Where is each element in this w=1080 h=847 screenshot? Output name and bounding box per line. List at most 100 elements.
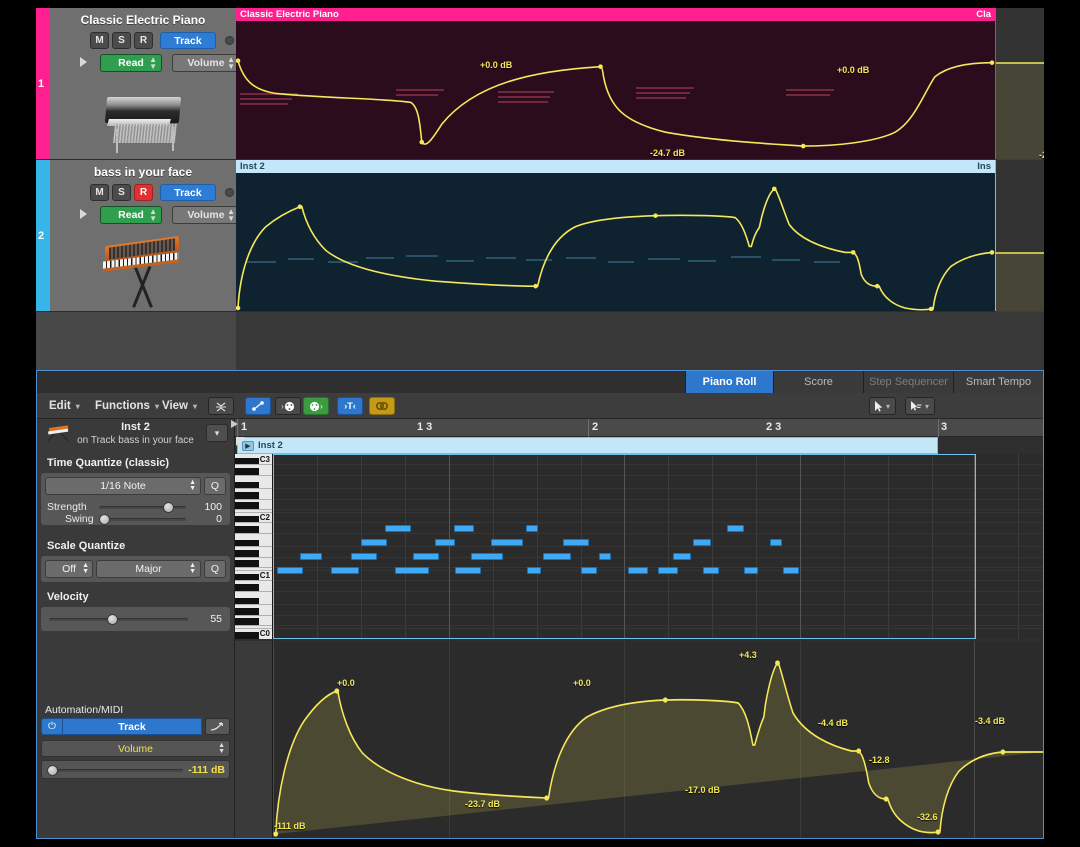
automation-parameter-field[interactable]: Volume ▲ ▼ bbox=[41, 740, 230, 757]
region-bar-inst2[interactable]: ▶ Inst 2 bbox=[236, 437, 938, 454]
note-item[interactable] bbox=[563, 539, 589, 546]
swing-slider-knob[interactable] bbox=[99, 514, 110, 525]
track-header-2[interactable]: 2 bass in your face M S R Track Read ▲▼ bbox=[36, 160, 240, 312]
tab-step-sequencer[interactable]: Step Sequencer bbox=[863, 371, 953, 393]
note-item[interactable] bbox=[527, 567, 541, 574]
region-body[interactable] bbox=[236, 173, 995, 311]
scale-root-field[interactable]: Off ▲ ▼ bbox=[45, 560, 93, 578]
scale-q-button[interactable]: Q bbox=[204, 560, 226, 578]
note-item[interactable] bbox=[385, 525, 411, 532]
velocity-slider-knob[interactable] bbox=[107, 614, 118, 625]
solo-button[interactable]: S bbox=[112, 184, 131, 201]
note-item[interactable] bbox=[628, 567, 648, 574]
midi-in-icon[interactable]: › bbox=[275, 397, 301, 415]
note-item[interactable] bbox=[277, 567, 303, 574]
menu-functions[interactable]: Functions ▾ bbox=[95, 397, 159, 415]
mute-button[interactable]: M bbox=[90, 32, 109, 49]
note-item[interactable] bbox=[599, 553, 611, 560]
note-item[interactable] bbox=[770, 539, 782, 546]
region-header[interactable]: Inst 2 Ins bbox=[236, 160, 995, 173]
note-item[interactable] bbox=[395, 567, 429, 574]
inspector-menu-button[interactable]: ▾ bbox=[206, 424, 228, 442]
note-item[interactable] bbox=[783, 567, 799, 574]
note-item[interactable] bbox=[413, 553, 439, 560]
automation-mode-popup[interactable]: Read ▲ ▼ bbox=[100, 54, 162, 72]
note-item[interactable] bbox=[693, 539, 711, 546]
disclosure-triangle-icon[interactable] bbox=[80, 209, 87, 219]
track-color-bar[interactable]: 1 bbox=[36, 8, 50, 159]
note-velocity-icon[interactable] bbox=[245, 397, 271, 415]
track-name[interactable]: Classic Electric Piano bbox=[50, 13, 236, 27]
automation-curve-editor[interactable] bbox=[273, 641, 1043, 838]
track-color-bar[interactable]: 2 bbox=[36, 160, 50, 311]
tab-piano-roll[interactable]: Piano Roll bbox=[685, 371, 773, 393]
quantize-value-field[interactable]: 1/16 Note ▲ ▼ bbox=[45, 477, 201, 495]
tab-score[interactable]: Score bbox=[773, 371, 863, 393]
note-item[interactable] bbox=[361, 539, 387, 546]
disclosure-triangle-icon[interactable] bbox=[80, 57, 87, 67]
pointer-tool[interactable]: ▾ bbox=[869, 397, 897, 415]
piano-keyboard[interactable]: C3 C2 C1 C0 bbox=[235, 454, 273, 639]
region-header[interactable]: Classic Electric Piano Cla bbox=[236, 8, 995, 21]
note-item[interactable] bbox=[581, 567, 597, 574]
note-item[interactable] bbox=[658, 567, 678, 574]
note-item[interactable] bbox=[351, 553, 377, 560]
note-item[interactable] bbox=[455, 567, 481, 574]
solo-button[interactable]: S bbox=[112, 32, 131, 49]
track-automation-button[interactable]: Track bbox=[160, 32, 216, 49]
piano-roll-ruler[interactable]: 1 1 3 2 2 3 3 bbox=[231, 419, 1043, 437]
playhead-marker[interactable] bbox=[231, 420, 238, 428]
region-classic-electric-piano[interactable]: Classic Electric Piano Cla bbox=[236, 8, 996, 159]
record-enable-button[interactable]: R bbox=[134, 32, 153, 49]
arrange-lane-empty[interactable] bbox=[236, 312, 1044, 376]
piano-roll-automation-lane[interactable]: -111 dB +0.0 -23.7 dB +0.0 +4.3 -17.0 dB… bbox=[273, 641, 1043, 838]
automation-indicator-dot[interactable] bbox=[225, 36, 234, 45]
note-item[interactable] bbox=[454, 525, 474, 532]
menu-edit[interactable]: Edit ▾ bbox=[49, 397, 80, 415]
note-item[interactable] bbox=[727, 525, 744, 532]
note-item[interactable] bbox=[435, 539, 455, 546]
collapse-icon[interactable] bbox=[208, 397, 234, 415]
region-body[interactable] bbox=[236, 21, 995, 159]
note-item[interactable] bbox=[471, 553, 503, 560]
note-item[interactable] bbox=[300, 553, 322, 560]
region-inst-2[interactable]: Inst 2 Ins bbox=[236, 160, 996, 311]
piano-roll-note-grid[interactable] bbox=[273, 454, 1043, 639]
note-item[interactable] bbox=[703, 567, 719, 574]
automation-slider-knob[interactable] bbox=[47, 765, 58, 776]
note-item[interactable] bbox=[543, 553, 571, 560]
track-header-1[interactable]: 1 Classic Electric Piano M S R Track Rea… bbox=[36, 8, 240, 160]
scale-type-field[interactable]: Major ▲ ▼ bbox=[96, 560, 201, 578]
note-item[interactable] bbox=[744, 567, 758, 574]
swing-slider-track[interactable] bbox=[99, 518, 186, 521]
automation-slider-track[interactable] bbox=[48, 769, 183, 772]
empty-track-area[interactable] bbox=[36, 312, 236, 376]
automation-parameter-popup[interactable]: Volume ▲ ▼ bbox=[172, 206, 240, 224]
midi-out-icon[interactable]: › bbox=[303, 397, 329, 415]
arrow-curve-icon[interactable] bbox=[205, 718, 230, 735]
note-item[interactable] bbox=[491, 539, 523, 546]
track-name[interactable]: bass in your face bbox=[50, 165, 236, 179]
menu-view[interactable]: View ▾ bbox=[162, 397, 197, 415]
tab-smart-tempo[interactable]: Smart Tempo bbox=[953, 371, 1043, 393]
automation-indicator-dot[interactable] bbox=[225, 188, 234, 197]
region-start-handle[interactable] bbox=[236, 437, 245, 446]
power-icon[interactable]: ⏻ bbox=[41, 718, 63, 735]
automation-mode-popup[interactable]: Read ▲ ▼ bbox=[100, 206, 162, 224]
quantize-q-button[interactable]: Q bbox=[204, 477, 226, 495]
automation-track-button[interactable]: Track bbox=[63, 718, 202, 735]
automation-parameter-popup[interactable]: Volume ▲ ▼ bbox=[172, 54, 240, 72]
note-item[interactable] bbox=[526, 525, 538, 532]
velocity-tool[interactable]: ▾ bbox=[905, 397, 936, 415]
note-item[interactable] bbox=[673, 553, 691, 560]
midi-thru-icon[interactable]: ›T‹ bbox=[337, 397, 363, 415]
velocity-slider-track[interactable] bbox=[49, 618, 188, 621]
note-item[interactable] bbox=[331, 567, 359, 574]
automation-curve-track2[interactable] bbox=[236, 173, 995, 311]
mute-button[interactable]: M bbox=[90, 184, 109, 201]
track-automation-button[interactable]: Track bbox=[160, 184, 216, 201]
link-icon[interactable] bbox=[369, 397, 395, 415]
automation-curve-track1[interactable] bbox=[236, 21, 995, 159]
automation-value-slider[interactable]: -111 dB bbox=[41, 760, 230, 779]
record-enable-button[interactable]: R bbox=[134, 184, 153, 201]
